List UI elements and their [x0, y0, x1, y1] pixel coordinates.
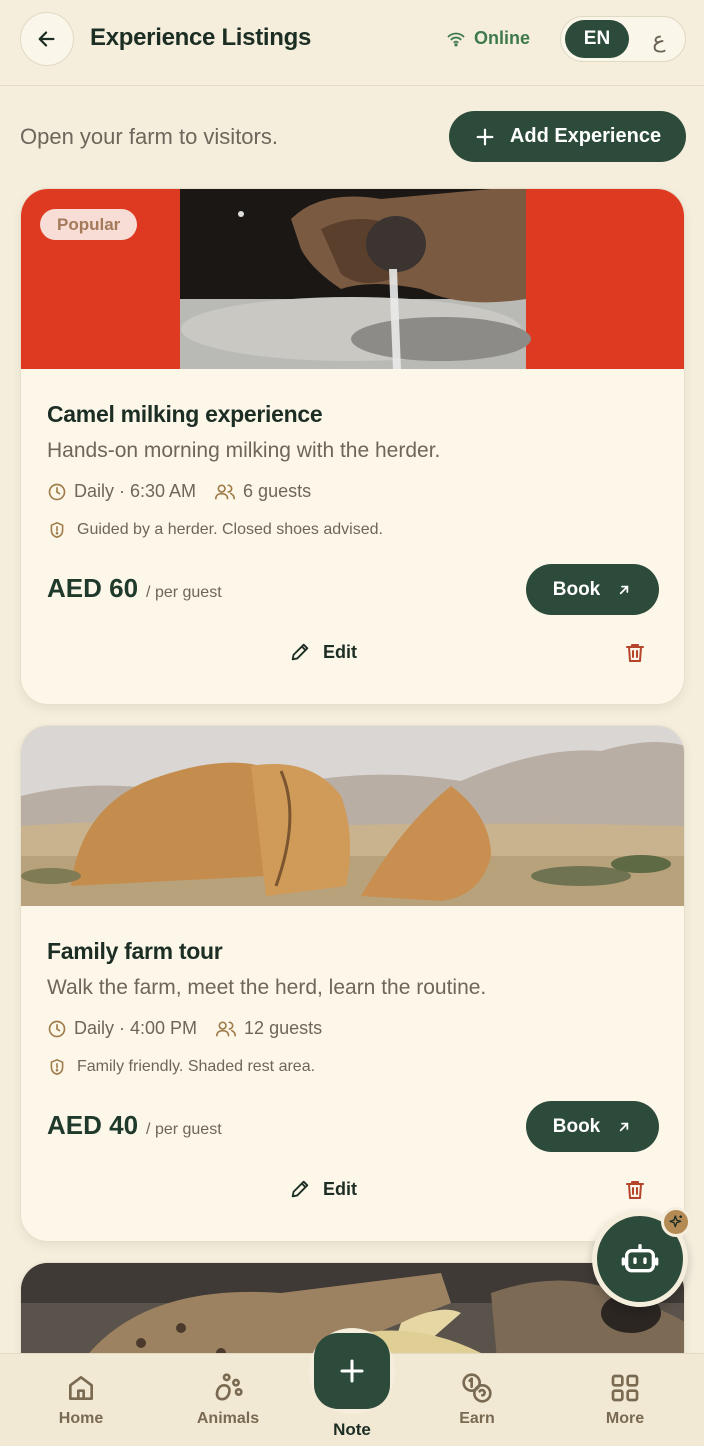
listing-subtitle: Walk the farm, meet the herd, learn the …: [47, 976, 487, 999]
sparkle-icon: [669, 1215, 682, 1228]
lang-en-option[interactable]: EN: [565, 20, 629, 58]
app-header: Experience Listings Online EN ع: [0, 0, 704, 86]
plus-icon: [340, 1359, 364, 1383]
listing-meta: Daily · 6:30 AM 6 guests: [47, 481, 311, 502]
wifi-icon: [447, 32, 465, 46]
listing-title: Family farm tour: [47, 938, 223, 964]
listing-schedule: Daily · 6:30 AM: [74, 481, 197, 501]
nav-animals[interactable]: Animals: [178, 1372, 278, 1428]
edit-label: Edit: [323, 641, 357, 662]
add-experience-button[interactable]: Add Experience: [449, 111, 686, 162]
grid-icon: [611, 1374, 639, 1402]
listing-card: Family farm tour Walk the farm, meet the…: [20, 725, 685, 1242]
trash-icon: [626, 1181, 644, 1199]
edit-label: Edit: [323, 1178, 357, 1199]
coins-icon: [462, 1373, 492, 1403]
book-button[interactable]: Book: [526, 564, 659, 615]
delete-button[interactable]: [623, 641, 647, 665]
book-label: Book: [552, 1115, 601, 1137]
listing-note-text: Family friendly. Shaded rest area.: [77, 1058, 316, 1075]
listing-price: AED 60 / per guest: [47, 573, 222, 604]
pencil-icon: [291, 1180, 309, 1198]
nav-more[interactable]: More: [575, 1372, 675, 1428]
listing-price: AED 40 / per guest: [47, 1110, 222, 1141]
lang-ar-option[interactable]: ع: [639, 21, 679, 59]
nav-more-label: More: [605, 1410, 645, 1427]
intro-text: Open your farm to visitors.: [20, 124, 278, 149]
listing-guests: 6 guests: [243, 481, 312, 501]
book-label: Book: [552, 578, 601, 600]
nav-note-label: Note: [333, 1420, 371, 1439]
robot-icon: [621, 1244, 659, 1273]
paw-icon: [215, 1373, 243, 1401]
listing-image: [21, 726, 684, 906]
edit-button[interactable]: Edit: [289, 641, 357, 663]
experience-listings-screen: Experience Listings Online EN ع Open you…: [0, 0, 704, 1446]
shield-icon: [50, 1059, 64, 1075]
plus-icon: [476, 128, 494, 145]
listing-image: Popular: [21, 189, 684, 369]
listing-meta: Daily · 4:00 PM 12 guests: [47, 1018, 322, 1039]
nav-note-circle: [314, 1333, 390, 1409]
price-unit: / per guest: [146, 584, 222, 601]
language-toggle[interactable]: EN ع: [560, 16, 686, 62]
listing-subtitle: Hands-on morning milking with the herder…: [47, 439, 441, 462]
nav-animals-label: Animals: [196, 1410, 260, 1427]
trash-icon: [626, 644, 644, 662]
listing-card: Popular Camel milking experience Hands-o…: [20, 188, 685, 705]
online-status: Online: [446, 28, 530, 49]
pencil-icon: [291, 643, 309, 661]
add-experience-label: Add Experience: [509, 125, 662, 147]
book-button[interactable]: Book: [526, 1101, 659, 1152]
listing-note-text: Guided by a herder. Closed shoes advised…: [77, 521, 383, 538]
price-unit: / per guest: [146, 1121, 222, 1138]
listing-title: Camel milking experience: [47, 401, 323, 427]
nav-note-button[interactable]: [309, 1328, 395, 1414]
price-value: AED 60: [47, 573, 139, 603]
delete-button[interactable]: [623, 1178, 647, 1202]
users-icon: [216, 1021, 237, 1036]
arrow-up-right-icon: [620, 1122, 629, 1131]
back-button[interactable]: [20, 12, 74, 66]
sparkle-badge: [661, 1207, 691, 1237]
desert-rocks-photo: [21, 726, 684, 906]
online-label: Online: [474, 28, 531, 48]
page-title: Experience Listings: [90, 24, 312, 51]
shield-icon: [50, 522, 64, 538]
listing-guests: 12 guests: [244, 1018, 323, 1038]
popular-badge: Popular: [40, 209, 138, 240]
nav-home-label: Home: [58, 1410, 104, 1427]
price-value: AED 40: [47, 1110, 139, 1140]
home-icon: [69, 1376, 93, 1400]
users-icon: [215, 484, 236, 499]
nav-earn-label: Earn: [459, 1410, 495, 1427]
listing-note: Guided by a herder. Closed shoes advised…: [49, 521, 383, 539]
arrow-left-icon: [38, 31, 55, 47]
clock-icon: [48, 1020, 66, 1037]
edit-button[interactable]: Edit: [289, 1178, 357, 1200]
arrow-up-right-icon: [620, 585, 629, 594]
nav-home[interactable]: Home: [31, 1372, 131, 1428]
clock-icon: [48, 483, 66, 500]
listing-note: Family friendly. Shaded rest area.: [49, 1058, 315, 1076]
listing-schedule: Daily · 4:00 PM: [74, 1018, 198, 1038]
nav-earn[interactable]: Earn: [427, 1372, 527, 1428]
